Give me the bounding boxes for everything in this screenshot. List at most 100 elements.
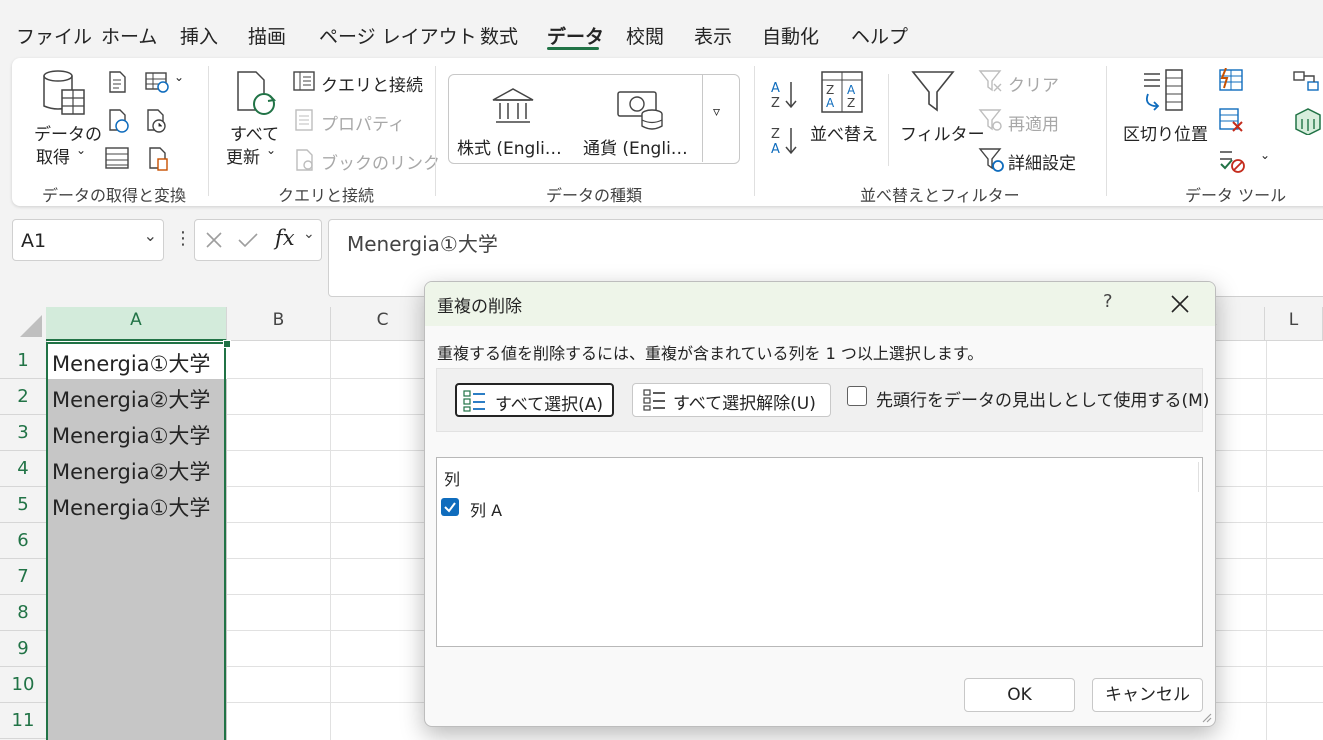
consolidate-icon[interactable] — [1292, 68, 1320, 94]
column-a-label[interactable]: 列 A — [470, 497, 502, 521]
currency-icon[interactable] — [616, 88, 666, 132]
help-button[interactable]: ? — [1103, 291, 1113, 312]
filter-button[interactable]: フィルター — [900, 120, 985, 145]
filter-icon[interactable] — [910, 68, 956, 116]
cell-a5[interactable]: Menergia①大学 — [52, 492, 210, 522]
active-tab-indicator — [547, 47, 599, 50]
select-all-corner[interactable] — [0, 307, 47, 341]
queries-connections-icon[interactable] — [292, 70, 316, 92]
advanced-filter-icon[interactable] — [978, 146, 1006, 174]
tab-automate[interactable]: 自動化 — [762, 22, 819, 49]
fill-handle[interactable] — [223, 340, 231, 348]
from-web-icon[interactable] — [106, 108, 130, 134]
from-database-icon[interactable] — [146, 146, 170, 172]
get-data-icon[interactable] — [40, 68, 88, 118]
row-header[interactable]: 6 — [0, 523, 46, 559]
tab-page-layout[interactable]: ページ レイアウト — [319, 22, 477, 49]
tab-review[interactable]: 校閲 — [626, 22, 664, 49]
unselect-all-icon — [643, 389, 665, 411]
tab-home[interactable]: ホーム — [101, 22, 157, 49]
sort-button[interactable]: 並べ替え — [810, 120, 878, 145]
tab-data[interactable]: データ — [547, 22, 604, 49]
row-header[interactable]: 2 — [0, 379, 46, 415]
name-box[interactable]: A1 ⌄ — [12, 219, 164, 261]
row-header[interactable]: 1 — [0, 343, 46, 379]
cell-a2[interactable]: Menergia②大学 — [52, 384, 210, 414]
group-data-tools: データ ツール — [1185, 186, 1287, 205]
cell-a1[interactable]: Menergia①大学 — [52, 348, 210, 378]
advanced-button[interactable]: 詳細設定 — [1008, 149, 1076, 174]
refresh-all-label[interactable]: すべて — [230, 120, 279, 145]
column-header-l[interactable]: L — [1265, 307, 1323, 341]
bank-icon[interactable] — [490, 86, 536, 126]
tab-formulas[interactable]: 数式 — [480, 22, 518, 49]
ribbon-separator — [1106, 66, 1107, 196]
chevron-down-icon[interactable]: ⌄ — [144, 226, 157, 245]
resize-grip-icon[interactable] — [1201, 712, 1213, 724]
refresh-all-label-2[interactable]: 更新 — [226, 143, 260, 168]
row-header[interactable]: 3 — [0, 415, 46, 451]
data-validation-icon[interactable] — [1218, 146, 1246, 174]
list-header-divider — [1198, 462, 1199, 492]
row-header[interactable]: 7 — [0, 559, 46, 595]
text-to-columns-icon[interactable] — [1140, 68, 1190, 118]
sort-a-to-z-icon[interactable]: AZ — [770, 78, 800, 112]
row-header[interactable]: 8 — [0, 595, 46, 631]
select-all-button[interactable]: すべて選択(A) — [455, 383, 614, 417]
remove-duplicates-icon[interactable] — [1218, 107, 1244, 133]
insert-function-button[interactable]: fx — [275, 226, 295, 250]
column-header-c[interactable]: C — [331, 307, 435, 341]
text-to-columns-button[interactable]: 区切り位置 — [1123, 120, 1208, 145]
tab-insert[interactable]: 挿入 — [180, 22, 218, 49]
cell-a3[interactable]: Menergia①大学 — [52, 420, 210, 450]
chevron-down-icon[interactable]: ⌄ — [303, 226, 315, 242]
chevron-down-icon[interactable]: ⌄ — [76, 143, 86, 157]
more-options-icon[interactable]: ⋮ — [174, 228, 192, 249]
column-header-a[interactable]: A — [46, 307, 227, 341]
tab-help[interactable]: ヘルプ — [851, 22, 908, 49]
currency-button[interactable]: 通貨 (Engli… — [583, 134, 688, 159]
from-table-icon[interactable] — [144, 70, 170, 94]
name-box-value: A1 — [21, 230, 47, 252]
refresh-all-icon[interactable] — [234, 70, 280, 120]
unselect-all-button[interactable]: すべて選択解除(U) — [632, 383, 831, 417]
svg-text:A: A — [826, 96, 835, 110]
column-header-b[interactable]: B — [227, 307, 331, 341]
stocks-button[interactable]: 株式 (Engli… — [457, 134, 562, 159]
from-text-icon[interactable] — [106, 70, 128, 94]
get-data-label-2[interactable]: 取得 — [36, 143, 70, 168]
chevron-down-icon[interactable]: ⌄ — [266, 143, 276, 157]
sort-z-to-a-icon[interactable]: ZA — [770, 124, 800, 158]
dialog-title-bar[interactable]: 重複の削除 ? — [425, 282, 1215, 326]
row-header[interactable]: 10 — [0, 667, 46, 703]
unselect-all-label: すべて選択解除(U) — [673, 394, 816, 414]
confirm-entry-icon[interactable] — [237, 231, 259, 249]
gallery-more-icon[interactable]: ▿ — [713, 104, 720, 120]
column-list-header: 列 — [444, 470, 461, 489]
sort-icon[interactable]: ZAAZ — [820, 70, 864, 114]
queries-connections-button[interactable]: クエリと接続 — [321, 71, 423, 96]
row-header[interactable]: 11 — [0, 703, 46, 739]
data-model-icon[interactable] — [1292, 107, 1322, 135]
header-row-checkbox[interactable] — [847, 386, 867, 406]
row-header[interactable]: 9 — [0, 631, 46, 667]
existing-connections-icon[interactable] — [104, 146, 130, 170]
chevron-down-icon[interactable]: ⌄ — [1260, 148, 1270, 162]
header-row-label[interactable]: 先頭行をデータの見出しとして使用する(M) — [876, 386, 1209, 411]
column-list[interactable]: 列 列 A — [436, 457, 1203, 647]
recent-sources-icon[interactable] — [144, 108, 168, 134]
tab-draw[interactable]: 描画 — [248, 22, 286, 49]
cell-a4[interactable]: Menergia②大学 — [52, 456, 210, 486]
flash-fill-icon[interactable] — [1218, 68, 1244, 94]
chevron-down-icon[interactable]: ⌄ — [174, 70, 184, 84]
get-data-label[interactable]: データの — [34, 120, 102, 145]
row-header[interactable]: 5 — [0, 487, 46, 523]
ok-button[interactable]: OK — [964, 678, 1075, 712]
cancel-button[interactable]: キャンセル — [1092, 678, 1203, 712]
close-icon[interactable] — [1170, 294, 1190, 314]
row-header[interactable]: 4 — [0, 451, 46, 487]
cancel-entry-icon[interactable] — [205, 231, 223, 249]
tab-view[interactable]: 表示 — [694, 22, 732, 49]
tab-file[interactable]: ファイル — [16, 22, 92, 49]
column-a-checkbox[interactable] — [441, 498, 459, 516]
